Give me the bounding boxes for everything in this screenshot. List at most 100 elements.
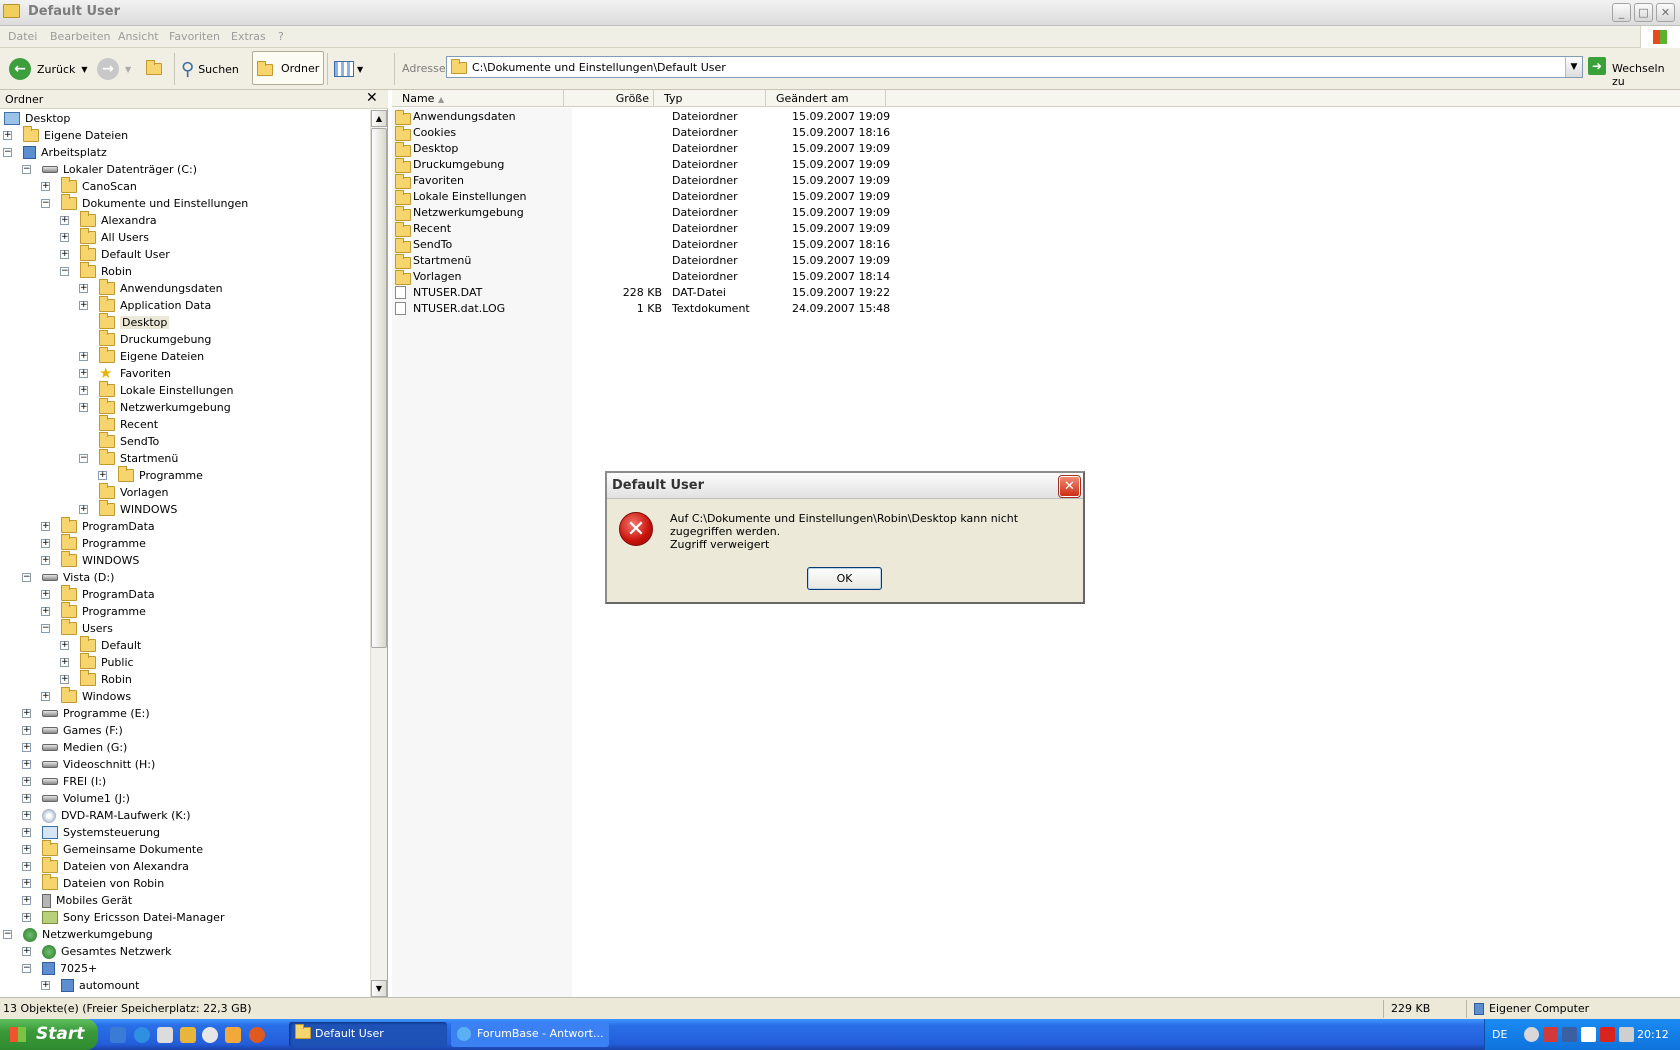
collapse-icon[interactable]: − <box>22 964 31 973</box>
tree-item[interactable]: + Application Data <box>79 296 211 314</box>
tray-app-icon[interactable] <box>1619 1027 1634 1042</box>
expand-icon[interactable]: + <box>22 947 31 956</box>
forward-button[interactable]: → ▼ <box>97 54 131 84</box>
tree-item[interactable]: Desktop <box>4 110 70 127</box>
tree-item[interactable]: + Games (F:) <box>22 722 123 739</box>
tree-item[interactable]: − Startmenü <box>79 449 178 467</box>
expand-icon[interactable]: + <box>79 386 88 395</box>
collapse-icon[interactable]: − <box>79 454 88 463</box>
expand-icon[interactable]: + <box>60 658 69 667</box>
menu-help[interactable]: ? <box>278 30 284 43</box>
expand-icon[interactable]: + <box>22 811 31 820</box>
expand-icon[interactable]: + <box>79 352 88 361</box>
tree-item[interactable]: + WINDOWS <box>41 551 139 569</box>
expand-icon[interactable]: + <box>41 607 50 616</box>
menu-favoriten[interactable]: Favoriten <box>169 30 220 43</box>
file-row[interactable]: Druckumgebung Dateiordner 15.09.2007 19:09 <box>392 156 1192 173</box>
expand-icon[interactable]: + <box>79 301 88 310</box>
scroll-down-button[interactable]: ▼ <box>371 980 387 997</box>
expand-icon[interactable]: + <box>41 590 50 599</box>
tree-item[interactable]: + Volume1 (J:) <box>22 790 130 807</box>
firefox-icon[interactable] <box>249 1027 265 1043</box>
file-row[interactable]: Cookies Dateiordner 15.09.2007 18:16 <box>392 124 1192 141</box>
tree-item[interactable]: Vorlagen <box>99 483 168 501</box>
tree-item[interactable]: − Vista (D:) <box>22 569 114 586</box>
expand-icon[interactable]: + <box>22 879 31 888</box>
expand-icon[interactable]: + <box>22 913 31 922</box>
file-row[interactable]: Vorlagen Dateiordner 15.09.2007 18:14 <box>392 268 1192 285</box>
internet-explorer-icon[interactable] <box>134 1027 150 1043</box>
tree-item[interactable]: + FREI (I:) <box>22 773 106 790</box>
task-default-user[interactable]: Default User <box>289 1022 447 1047</box>
expand-icon[interactable]: + <box>22 760 31 769</box>
expand-icon[interactable]: + <box>60 675 69 684</box>
file-row[interactable]: Recent Dateiordner 15.09.2007 19:09 <box>392 220 1192 237</box>
tree-item[interactable]: + DVD-RAM-Laufwerk (K:) <box>22 807 191 824</box>
vertical-scrollbar[interactable]: ▲ ▼ <box>370 110 387 997</box>
expand-icon[interactable]: + <box>79 505 88 514</box>
tree-item[interactable]: + Mobiles Gerät <box>22 892 132 909</box>
tree-item[interactable]: − Robin <box>60 262 132 280</box>
tree-item[interactable]: + Alexandra <box>60 211 157 229</box>
address-field[interactable]: C:\Dokumente und Einstellungen\Default U… <box>446 56 1583 78</box>
tree-item[interactable]: − Users <box>41 619 113 637</box>
expand-icon[interactable]: + <box>22 743 31 752</box>
tree-item[interactable]: SendTo <box>99 432 159 450</box>
tree-item[interactable]: + Gemeinsame Dokumente <box>22 840 203 858</box>
tray-app-icon[interactable] <box>1543 1027 1558 1042</box>
go-button[interactable]: Wechseln zu <box>1612 62 1680 88</box>
tree-item[interactable]: + Lokale Einstellungen <box>79 381 233 399</box>
expand-icon[interactable]: + <box>22 709 31 718</box>
tree-item[interactable]: + Robin <box>60 670 132 688</box>
tree-item[interactable]: + Favoriten <box>79 364 171 382</box>
file-row[interactable]: Lokale Einstellungen Dateiordner 15.09.200… <box>392 188 1192 205</box>
file-row[interactable]: SendTo Dateiordner 15.09.2007 18:16 <box>392 236 1192 253</box>
tree-item[interactable]: + Dateien von Alexandra <box>22 857 189 875</box>
collapse-icon[interactable]: − <box>60 267 69 276</box>
dialog-close-button[interactable]: ✕ <box>1058 475 1081 498</box>
address-dropdown-button[interactable]: ▼ <box>1565 57 1582 77</box>
tray-app-icon[interactable] <box>1600 1027 1615 1042</box>
expand-icon[interactable]: + <box>79 369 88 378</box>
menu-extras[interactable]: Extras <box>231 30 266 43</box>
tree-item[interactable]: + Gesamtes Netzwerk <box>22 943 172 960</box>
file-row[interactable]: Startmenü Dateiordner 15.09.2007 19:09 <box>392 252 1192 269</box>
collapse-icon[interactable]: − <box>3 148 12 157</box>
tree-item[interactable]: + Windows <box>41 687 131 705</box>
expand-icon[interactable]: + <box>22 896 31 905</box>
expand-icon[interactable]: + <box>60 233 69 242</box>
tree-item[interactable]: Recent <box>99 415 158 433</box>
expand-icon[interactable]: + <box>41 556 50 565</box>
back-button[interactable]: ← Zurück ▼ <box>9 54 88 84</box>
media-player-icon[interactable] <box>202 1027 218 1043</box>
expand-icon[interactable]: + <box>41 182 50 191</box>
file-row[interactable]: Anwendungsdaten Dateiordner 15.09.2007 19:… <box>392 108 1192 125</box>
expand-icon[interactable]: + <box>41 981 50 990</box>
expand-icon[interactable]: + <box>60 216 69 225</box>
expand-icon[interactable]: + <box>41 692 50 701</box>
close-button[interactable]: ✕ <box>1656 3 1675 22</box>
tree-item[interactable]: + All Users <box>60 228 149 246</box>
file-row[interactable]: Desktop Dateiordner 15.09.2007 19:09 <box>392 140 1192 157</box>
maximize-button[interactable]: □ <box>1634 3 1653 22</box>
expand-icon[interactable]: + <box>98 471 107 480</box>
tree-item[interactable]: − Lokaler Datenträger (C:) <box>22 161 197 178</box>
scroll-thumb[interactable] <box>371 128 387 648</box>
scroll-up-button[interactable]: ▲ <box>371 110 387 127</box>
tree-item[interactable]: − Dokumente und Einstellungen <box>41 194 248 212</box>
expand-icon[interactable]: + <box>22 794 31 803</box>
file-row[interactable]: Favoriten Dateiordner 15.09.2007 19:09 <box>392 172 1192 189</box>
expand-icon[interactable]: + <box>22 828 31 837</box>
tree-item[interactable]: + ProgramData <box>41 517 155 535</box>
tree-item[interactable]: + Public <box>60 653 134 671</box>
expand-icon[interactable]: + <box>60 641 69 650</box>
tray-app-icon[interactable] <box>1581 1027 1596 1042</box>
menu-ansicht[interactable]: Ansicht <box>118 30 159 43</box>
views-button[interactable]: ▼ <box>334 54 363 84</box>
expand-icon[interactable]: + <box>22 777 31 786</box>
menu-datei[interactable]: Datei <box>8 30 37 43</box>
tree-item[interactable]: Druckumgebung <box>99 330 211 348</box>
expand-icon[interactable]: + <box>79 403 88 412</box>
collapse-icon[interactable]: − <box>41 624 50 633</box>
app-quicklaunch-icon[interactable] <box>225 1027 241 1043</box>
